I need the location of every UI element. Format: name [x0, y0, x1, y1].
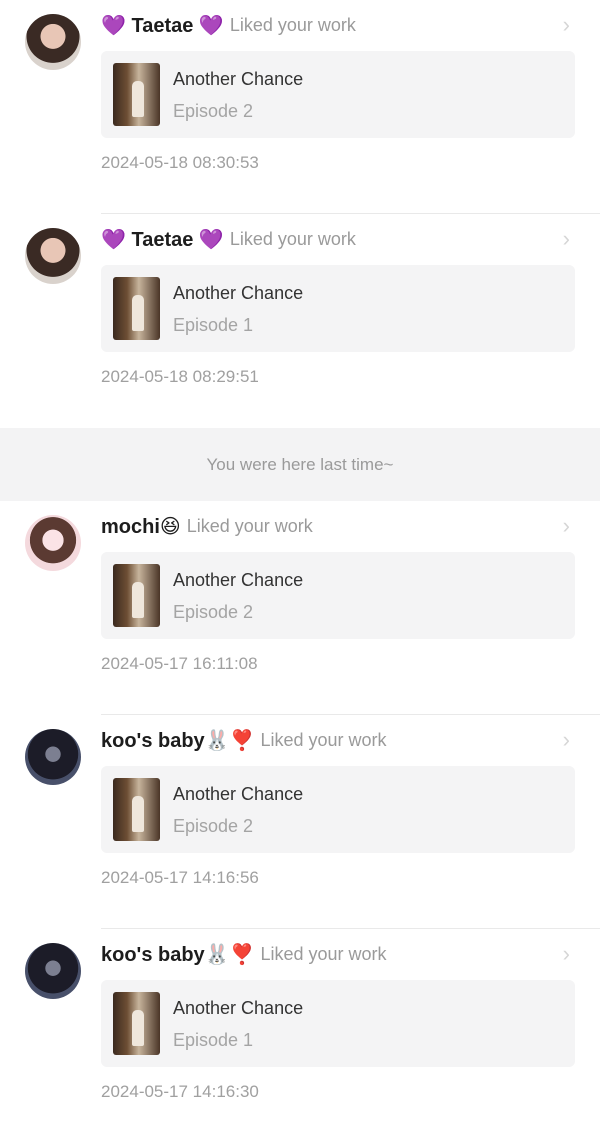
work-card[interactable]: Another Chance Episode 2: [101, 766, 575, 853]
notification-item[interactable]: 💜 Taetae 💜 Liked your work › Another Cha…: [0, 214, 600, 428]
episode-thumbnail: [113, 63, 160, 126]
episode-label: Episode 2: [173, 101, 254, 121]
episode-label: Episode 1: [173, 315, 254, 335]
notification-item[interactable]: koo's baby🐰❣️ Liked your work › Another …: [0, 715, 600, 929]
episode-label: Episode 2: [173, 816, 254, 836]
user-avatar[interactable]: [25, 943, 81, 999]
action-text: Liked your work: [186, 515, 313, 536]
episode-thumbnail: [113, 992, 160, 1055]
notification-header: mochi😆 Liked your work: [101, 511, 570, 541]
chevron-right-icon[interactable]: ›: [563, 513, 570, 539]
work-title: Another Chance: [173, 570, 304, 590]
timestamp: 2024-05-18 08:29:51: [101, 367, 259, 386]
episode-label: Episode 2: [173, 602, 254, 622]
user-avatar[interactable]: [25, 14, 81, 70]
chevron-right-icon[interactable]: ›: [563, 727, 570, 753]
notification-header: 💜 Taetae 💜 Liked your work: [101, 10, 570, 40]
user-avatar[interactable]: [25, 729, 81, 785]
timestamp: 2024-05-18 08:30:53: [101, 153, 259, 172]
user-name[interactable]: koo's baby🐰❣️: [101, 728, 254, 753]
work-title: Another Chance: [173, 784, 304, 804]
user-name[interactable]: 💜 Taetae 💜: [101, 13, 224, 38]
notification-header: 💜 Taetae 💜 Liked your work: [101, 224, 570, 254]
notification-feed: 💜 Taetae 💜 Liked your work › Another Cha…: [0, 0, 600, 1143]
chevron-right-icon[interactable]: ›: [563, 941, 570, 967]
user-name[interactable]: mochi😆: [101, 514, 181, 539]
timestamp: 2024-05-17 14:16:56: [101, 868, 259, 887]
episode-thumbnail: [113, 564, 160, 627]
user-name[interactable]: 💜 Taetae 💜: [101, 227, 224, 252]
notification-header: koo's baby🐰❣️ Liked your work: [101, 725, 570, 755]
notification-item[interactable]: 💜 Taetae 💜 Liked your work › Another Cha…: [0, 0, 600, 214]
action-text: Liked your work: [229, 14, 356, 35]
work-card[interactable]: Another Chance Episode 2: [101, 552, 575, 639]
episode-thumbnail: [113, 778, 160, 841]
user-avatar[interactable]: [25, 228, 81, 284]
action-text: Liked your work: [229, 228, 356, 249]
episode-thumbnail: [113, 277, 160, 340]
work-title: Another Chance: [173, 998, 304, 1018]
chevron-right-icon[interactable]: ›: [563, 226, 570, 252]
work-card[interactable]: Another Chance Episode 1: [101, 265, 575, 352]
episode-label: Episode 1: [173, 1030, 254, 1050]
work-card[interactable]: Another Chance Episode 2: [101, 51, 575, 138]
chevron-right-icon[interactable]: ›: [563, 12, 570, 38]
action-text: Liked your work: [260, 943, 387, 964]
last-visit-marker: You were here last time~: [0, 428, 600, 501]
notification-item[interactable]: koo's baby🐰❣️ Liked your work › Another …: [0, 929, 600, 1143]
notification-header: koo's baby🐰❣️ Liked your work: [101, 939, 570, 969]
work-title: Another Chance: [173, 283, 304, 303]
user-name[interactable]: koo's baby🐰❣️: [101, 942, 254, 967]
timestamp: 2024-05-17 14:16:30: [101, 1082, 259, 1101]
user-avatar[interactable]: [25, 515, 81, 571]
work-title: Another Chance: [173, 69, 304, 89]
timestamp: 2024-05-17 16:11:08: [101, 654, 258, 673]
notification-item[interactable]: mochi😆 Liked your work › Another Chance …: [0, 501, 600, 715]
action-text: Liked your work: [260, 729, 387, 750]
work-card[interactable]: Another Chance Episode 1: [101, 980, 575, 1067]
